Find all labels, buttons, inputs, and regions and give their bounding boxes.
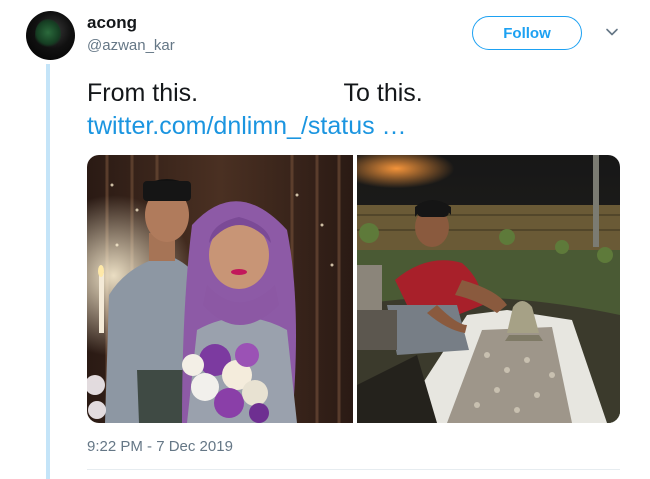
avatar[interactable] [26, 11, 75, 60]
tweet-text: From this. To this. [87, 79, 423, 107]
follow-button[interactable]: Follow [472, 16, 582, 50]
photo-wedding[interactable] [87, 155, 353, 423]
avatar-figure [35, 19, 61, 49]
thread-line [46, 64, 50, 479]
chevron-down-icon[interactable] [604, 24, 620, 40]
divider [87, 469, 620, 470]
tweet-timestamp[interactable]: 9:22 PM - 7 Dec 2019 [87, 438, 233, 455]
user-handle[interactable]: @azwan_kar [87, 37, 175, 54]
media-grid [87, 155, 620, 423]
photo-grave[interactable] [357, 155, 620, 423]
display-name[interactable]: acong [87, 13, 137, 33]
tweet-link[interactable]: twitter.com/dnlimn_/status … [87, 112, 407, 141]
